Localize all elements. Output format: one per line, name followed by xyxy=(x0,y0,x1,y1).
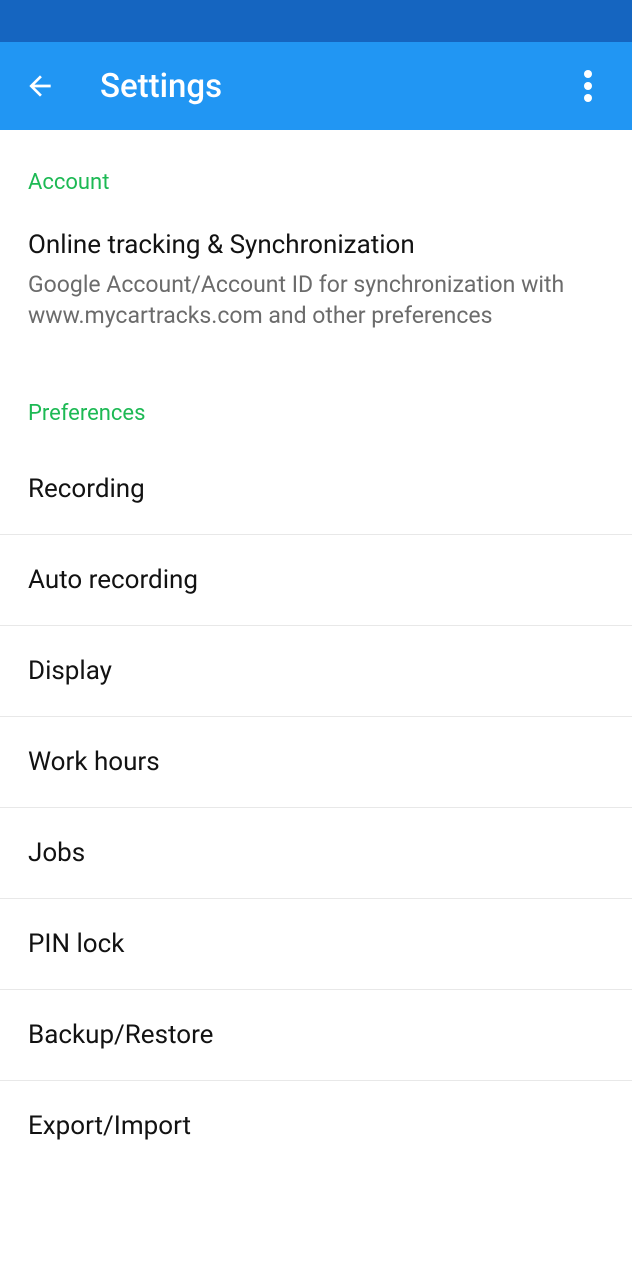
item-subtitle: Google Account/Account ID for synchroniz… xyxy=(28,269,604,331)
item-title: Online tracking & Synchronization xyxy=(28,229,604,263)
section-header-account: Account xyxy=(0,130,632,209)
pref-item-work-hours[interactable]: Work hours xyxy=(0,717,632,808)
arrow-left-icon xyxy=(24,70,56,102)
content: Account Online tracking & Synchronizatio… xyxy=(0,130,632,1171)
pref-item-recording[interactable]: Recording xyxy=(0,444,632,535)
pref-item-auto-recording[interactable]: Auto recording xyxy=(0,535,632,626)
pref-item-pin-lock[interactable]: PIN lock xyxy=(0,899,632,990)
status-bar xyxy=(0,0,632,42)
more-button[interactable] xyxy=(568,66,608,106)
pref-item-export-import[interactable]: Export/Import xyxy=(0,1081,632,1171)
item-online-tracking[interactable]: Online tracking & Synchronization Google… xyxy=(0,209,632,353)
section-header-preferences: Preferences xyxy=(0,353,632,444)
more-vert-icon xyxy=(584,70,592,102)
toolbar-title: Settings xyxy=(100,67,222,106)
pref-item-backup-restore[interactable]: Backup/Restore xyxy=(0,990,632,1081)
toolbar: Settings xyxy=(0,42,632,130)
pref-item-display[interactable]: Display xyxy=(0,626,632,717)
back-button[interactable] xyxy=(20,66,60,106)
pref-item-jobs[interactable]: Jobs xyxy=(0,808,632,899)
